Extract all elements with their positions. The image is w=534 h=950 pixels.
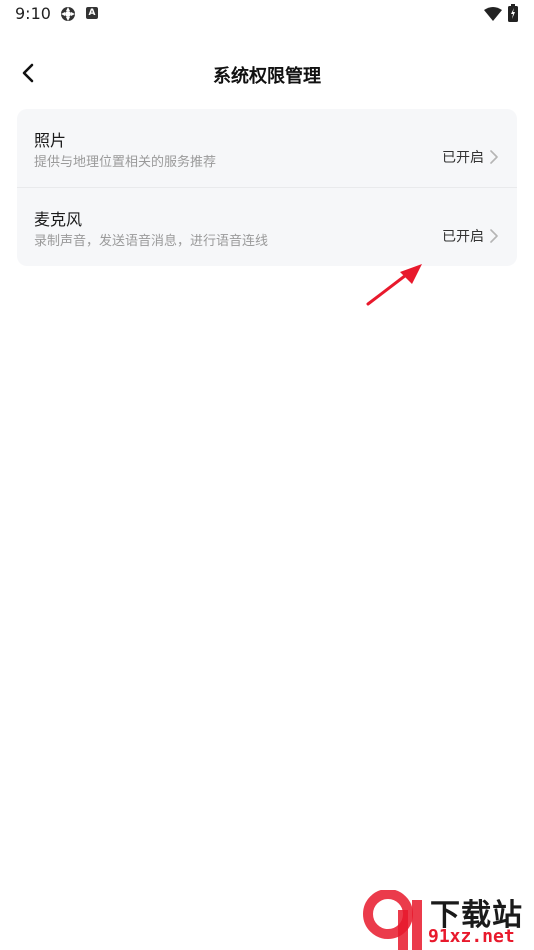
wifi-icon	[484, 6, 502, 21]
permission-title: 麦克风	[34, 210, 83, 229]
chevron-right-icon	[489, 149, 499, 164]
header: 系统权限管理	[0, 50, 534, 96]
permission-description: 提供与地理位置相关的服务推荐	[34, 155, 217, 170]
gear-icon	[60, 6, 76, 22]
status-bar: 9:10 A	[0, 0, 534, 30]
permission-item-photos[interactable]: 照片 提供与地理位置相关的服务推荐 已开启	[17, 109, 517, 187]
permission-list: 照片 提供与地理位置相关的服务推荐 已开启 麦克风 录制声音，发送语音消息，进行…	[17, 109, 517, 266]
status-time: 9:10	[15, 4, 51, 23]
a-badge-icon: A	[86, 7, 98, 19]
permission-title: 照片	[34, 131, 67, 150]
chevron-right-icon	[489, 228, 499, 243]
red-arrow-icon	[362, 258, 428, 310]
page-title: 系统权限管理	[213, 66, 321, 87]
permission-status: 已开启	[442, 150, 484, 166]
permission-status: 已开启	[442, 229, 484, 245]
watermark-url: 91xz.net	[428, 926, 515, 947]
battery-icon	[508, 4, 518, 22]
watermark: 下载站 91xz.net	[360, 889, 534, 950]
permission-description: 录制声音，发送语音消息，进行语音连线	[34, 234, 269, 249]
permission-item-microphone[interactable]: 麦克风 录制声音，发送语音消息，进行语音连线 已开启	[17, 188, 517, 266]
watermark-logo-icon	[360, 889, 424, 950]
